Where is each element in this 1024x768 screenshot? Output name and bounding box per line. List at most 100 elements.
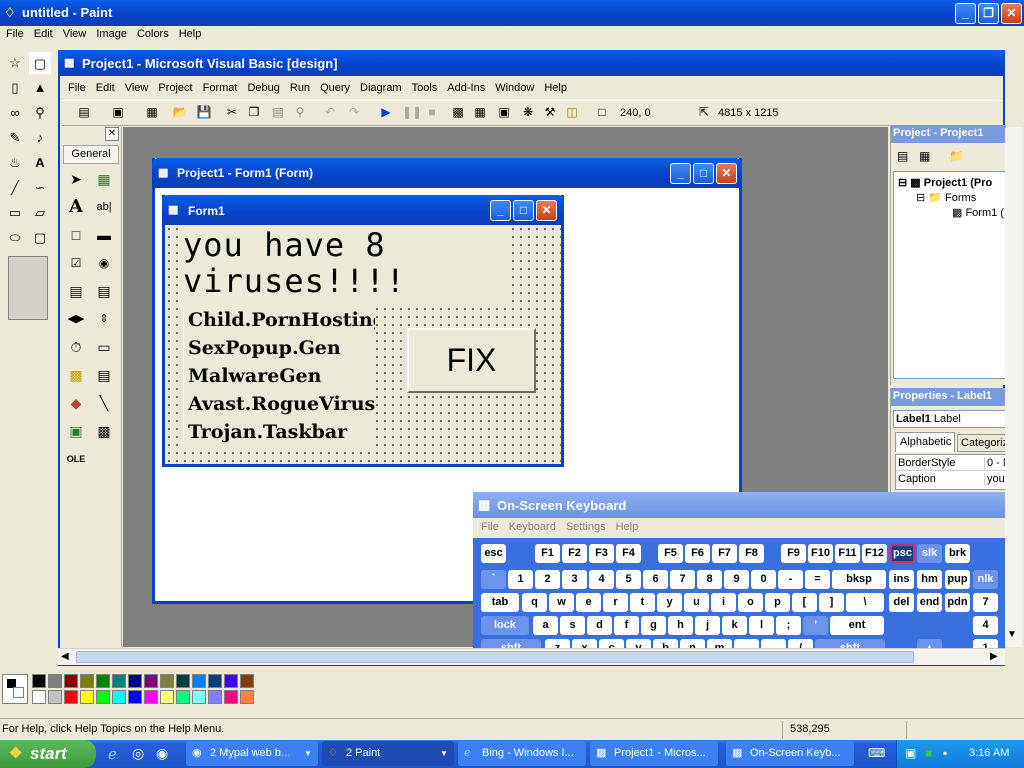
color-swatch[interactable] xyxy=(240,690,254,704)
color-swatch[interactable] xyxy=(80,690,94,704)
form1-maximize-button[interactable]: □ xyxy=(513,200,534,221)
tree-node-forms[interactable]: ⊟ 📁 Forms xyxy=(916,191,976,204)
color-swatch[interactable] xyxy=(208,674,222,688)
osk-key[interactable]: ins xyxy=(889,570,914,589)
osk-key[interactable]: q xyxy=(522,593,547,612)
tab-categorized[interactable]: Categoriz xyxy=(957,434,1007,452)
designer-minimize-button[interactable]: _ xyxy=(670,163,691,184)
vb-menu-help[interactable]: Help xyxy=(544,82,567,94)
osk-key[interactable]: brk xyxy=(945,544,970,563)
osk-key[interactable]: shft xyxy=(815,639,885,648)
vb-menu-debug[interactable]: Debug xyxy=(247,82,279,94)
osk-key[interactable]: 7 xyxy=(973,593,998,612)
osk-key[interactable]: 6 xyxy=(643,570,668,589)
rect-select-icon[interactable]: ▢ xyxy=(29,52,51,74)
osk-key[interactable]: hm xyxy=(917,570,942,589)
osk-key[interactable]: 1 xyxy=(973,639,998,648)
ole-icon[interactable]: OLE xyxy=(63,447,89,471)
osk-key[interactable]: F1 xyxy=(535,544,560,563)
color-swatch[interactable] xyxy=(128,690,142,704)
osk-key[interactable]: F12 xyxy=(862,544,887,563)
osk-key[interactable]: ` xyxy=(481,570,506,589)
osk-key[interactable]: ' xyxy=(803,616,828,635)
start-button[interactable]: ❖ start xyxy=(0,740,96,768)
color-swatch[interactable] xyxy=(176,674,190,688)
optionbutton-icon[interactable]: ◉ xyxy=(91,251,117,275)
task-vb[interactable]: ▩ Project1 - Micros... xyxy=(590,741,718,766)
paint-menu-file[interactable]: File xyxy=(6,28,24,40)
image-icon[interactable]: ▣ xyxy=(63,419,89,443)
osk-key[interactable]: - xyxy=(778,570,803,589)
osk-key[interactable]: ; xyxy=(776,616,801,635)
osk-key[interactable]: psc xyxy=(890,544,915,563)
color-swatch[interactable] xyxy=(96,690,110,704)
line-tool-icon[interactable]: ╲ xyxy=(91,391,117,415)
designer-close-button[interactable]: ✕ xyxy=(716,163,737,184)
osk-key[interactable]: F9 xyxy=(781,544,806,563)
listbox-icon[interactable]: ▤ xyxy=(91,279,117,303)
osk-key[interactable]: F8 xyxy=(739,544,764,563)
osk-key[interactable]: b xyxy=(653,639,678,648)
osk-key[interactable]: 2 xyxy=(535,570,560,589)
color-swatch[interactable] xyxy=(32,690,46,704)
osk-key[interactable]: i xyxy=(711,593,736,612)
osk-key[interactable]: k xyxy=(722,616,747,635)
osk-key[interactable]: 5 xyxy=(616,570,641,589)
save-icon[interactable]: 💾 xyxy=(196,104,212,120)
osk-key[interactable]: pdn xyxy=(945,593,970,612)
security-icon[interactable]: ■ xyxy=(925,746,932,760)
redo-icon[interactable]: ↷ xyxy=(346,104,362,120)
osk-key[interactable]: F7 xyxy=(712,544,737,563)
osk-key[interactable]: F6 xyxy=(685,544,710,563)
fix-button[interactable]: FIX xyxy=(407,328,536,393)
osk-menu-keyboard[interactable]: Keyboard xyxy=(509,521,556,533)
color-swatch[interactable] xyxy=(112,674,126,688)
run-icon[interactable]: ▶ xyxy=(378,104,394,120)
keyboard-tray-icon[interactable]: ⌨ xyxy=(868,746,885,760)
color-swatch[interactable] xyxy=(48,690,62,704)
osk-key[interactable]: F2 xyxy=(562,544,587,563)
color-swatch[interactable] xyxy=(80,674,94,688)
paint-close-button[interactable]: ✕ xyxy=(1001,3,1022,24)
color-swatch[interactable] xyxy=(144,690,158,704)
osk-key[interactable]: j xyxy=(695,616,720,635)
paint-menu-help[interactable]: Help xyxy=(179,28,202,40)
osk-key[interactable]: a xyxy=(533,616,558,635)
color-swatch[interactable] xyxy=(208,690,222,704)
paint-restore-button[interactable]: ❐ xyxy=(978,3,999,24)
color-swatch[interactable] xyxy=(32,674,46,688)
pointer-icon[interactable]: ➤ xyxy=(63,167,89,191)
find-icon[interactable]: ⚲ xyxy=(292,104,308,120)
task-osk[interactable]: ▩ On-Screen Keyb... xyxy=(726,741,854,766)
network-icon[interactable]: ▣ xyxy=(905,746,916,760)
paint-menu-image[interactable]: Image xyxy=(96,28,127,40)
virus-list-item[interactable]: Trojan.Taskbar xyxy=(188,418,375,446)
vb-menu-view[interactable]: View xyxy=(125,82,149,94)
toolbox-tab-general[interactable]: General xyxy=(63,145,119,164)
color-swatch[interactable] xyxy=(64,690,78,704)
osk-key[interactable]: pup xyxy=(945,570,970,589)
color-swatch[interactable] xyxy=(192,690,206,704)
toolbox-icon[interactable]: ⚒ xyxy=(542,104,558,120)
vb-menu-window[interactable]: Window xyxy=(495,82,534,94)
checkbox-icon[interactable]: ☑ xyxy=(63,251,89,275)
frame-icon[interactable]: □ xyxy=(63,223,89,247)
scroll-right-icon[interactable]: ▶ xyxy=(990,651,998,662)
line-icon[interactable]: ╱ xyxy=(4,177,26,199)
color-swatch[interactable] xyxy=(144,674,158,688)
vb-menu-run[interactable]: Run xyxy=(290,82,310,94)
project-explorer-icon[interactable]: ▩ xyxy=(450,104,466,120)
osk-key[interactable]: 7 xyxy=(670,570,695,589)
paint-tool-options[interactable] xyxy=(8,256,48,320)
osk-key[interactable]: . xyxy=(761,639,786,648)
osk-key[interactable]: ent xyxy=(830,616,884,635)
osk-key[interactable]: end xyxy=(917,593,942,612)
fill-icon[interactable]: ▲ xyxy=(29,77,51,99)
paint-menu-colors[interactable]: Colors xyxy=(137,28,169,40)
ie-quicklaunch-icon[interactable]: ℯ xyxy=(108,745,117,763)
eraser-icon[interactable]: ▯ xyxy=(4,77,26,99)
textbox-icon[interactable]: ab| xyxy=(91,195,117,219)
data-view-icon[interactable]: ◫ xyxy=(564,104,580,120)
properties-object-select[interactable]: Label1 Label xyxy=(893,410,1006,428)
osk-menu-settings[interactable]: Settings xyxy=(566,521,606,533)
